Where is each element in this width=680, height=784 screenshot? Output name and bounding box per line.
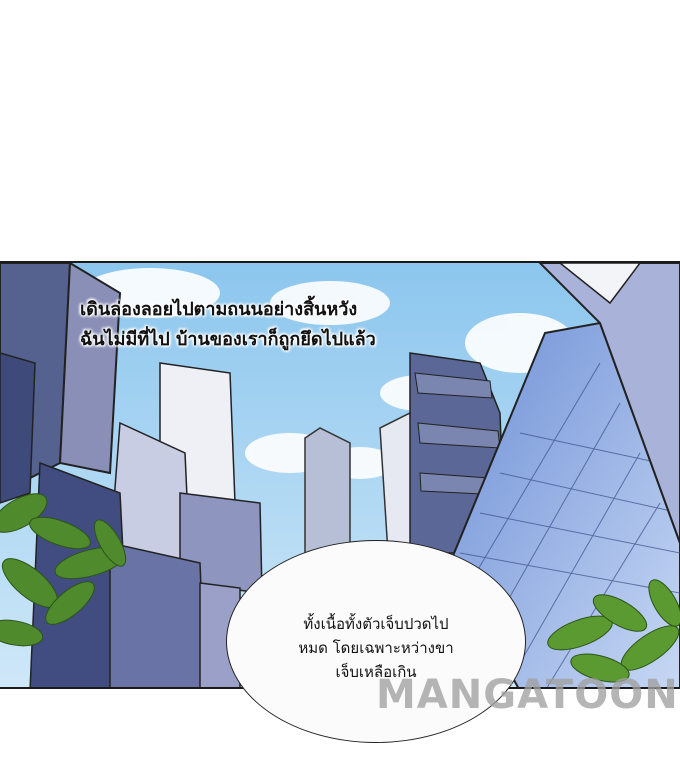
building-left-3 [0,352,36,504]
watermark-logo: MANGATOON [376,672,679,718]
narration-text: เดินล่องลอยไปตามถนนอย่างสิ้นหวัง ฉันไม่ม… [80,295,500,355]
narration-line-2: ฉันไม่มีที่ไป บ้านของเราก็ถูกยึดไปแล้ว [80,329,376,350]
bubble-line-2: หมด โดยเฉพาะหว่างขา [298,639,454,657]
tower-center [304,427,351,554]
narration-line-1: เดินล่องลอยไปตามถนนอย่างสิ้นหวัง [80,299,358,320]
bubble-line-1: ทั้งเนื้อทั้งตัวเจ็บปวดไป [303,615,449,633]
